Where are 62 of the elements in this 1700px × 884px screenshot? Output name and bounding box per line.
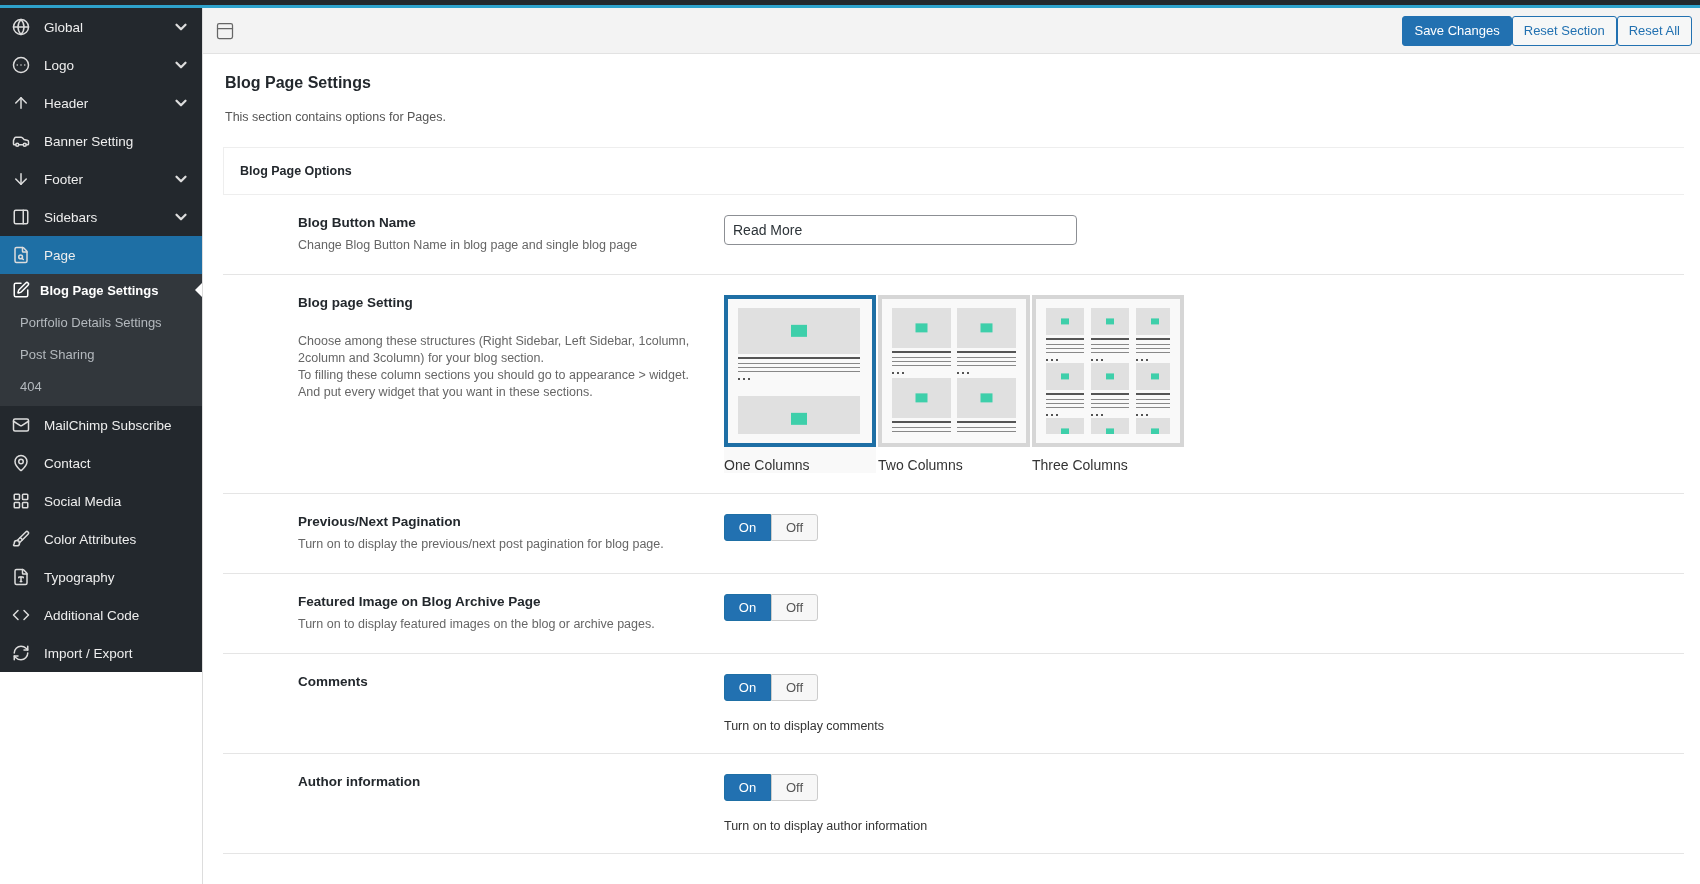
toolbar-button[interactable]: Reset Section xyxy=(1511,15,1617,46)
setting-description: Turn on to display author information xyxy=(724,819,928,833)
panel-icon[interactable] xyxy=(215,20,235,41)
brush-icon xyxy=(12,530,30,548)
setting-description: Change Blog Button Name in blog page and single blog page xyxy=(298,237,639,254)
setting-title: Blog Button Name xyxy=(298,215,417,230)
sidebar-item[interactable]: Header xyxy=(0,84,202,122)
setting-description: Turn on to display comments xyxy=(724,719,885,733)
layout-option[interactable] xyxy=(724,295,876,447)
layout-label: One Columns xyxy=(724,457,811,473)
sidebar-subitem[interactable]: 404 xyxy=(0,370,202,402)
setting-title: Comments xyxy=(298,674,369,689)
toolbar-button[interactable]: Reset All xyxy=(1616,15,1692,46)
grid-icon xyxy=(12,492,30,510)
mail-icon xyxy=(12,416,30,434)
sidebar-item[interactable]: Global xyxy=(0,8,202,46)
setting-title: Featured Image on Blog Archive Page xyxy=(298,594,542,609)
group-heading: Blog Page Options xyxy=(223,148,1684,195)
badge-icon xyxy=(12,56,30,74)
setting-description: Choose among these structures (Right Sidebar, Left Sidebar, 1column, 2column and 3column) for your blog section. To filling these column sections you should go to appearance > widget. And put every widget that you want in these sections. xyxy=(298,333,691,401)
sidebar-item[interactable]: Banner Setting xyxy=(0,122,202,160)
sidebar-item[interactable]: Sidebars xyxy=(0,198,202,236)
on-button[interactable]: On xyxy=(724,774,771,801)
sidebar-item[interactable]: Color Attributes xyxy=(0,520,202,558)
sidebar-item[interactable]: MailChimp Subscribe xyxy=(0,406,202,444)
sidebar-item[interactable]: Additional Code xyxy=(0,596,202,634)
sidebar-subitem[interactable]: Blog Page Settings xyxy=(0,274,202,306)
sidebar-item[interactable]: Import / Export xyxy=(0,634,202,672)
off-button[interactable]: Off xyxy=(771,594,818,621)
setting-title: Blog page Setting xyxy=(298,295,414,310)
sidebar-item[interactable]: Social Media xyxy=(0,482,202,520)
layout-label: Three Columns xyxy=(1032,457,1129,473)
edit-icon xyxy=(12,281,30,299)
setting-description: Turn on to display the previous/next post pagination for blog page. xyxy=(298,536,665,553)
on-button[interactable]: On xyxy=(724,514,771,541)
setting-description: Turn on to display featured images on the blog or archive pages. xyxy=(298,616,656,633)
globe-icon xyxy=(12,18,30,36)
off-button[interactable]: Off xyxy=(771,674,818,701)
off-button[interactable]: Off xyxy=(771,774,818,801)
map-pin-icon xyxy=(12,454,30,472)
file-search-icon xyxy=(12,246,30,264)
on-button[interactable]: On xyxy=(724,594,771,621)
sidebar-subitem[interactable]: Portfolio Details Settings xyxy=(0,306,202,338)
refresh-icon xyxy=(12,644,30,662)
sidebar-item[interactable]: Footer xyxy=(0,160,202,198)
section-title: Blog Page Settings xyxy=(225,74,372,92)
sidebar-item[interactable]: Typography xyxy=(0,558,202,596)
layout-icon xyxy=(12,208,30,226)
off-button[interactable]: Off xyxy=(771,514,818,541)
on-button[interactable]: On xyxy=(724,674,771,701)
arrow-down-icon xyxy=(12,170,30,188)
layout-label: Two Columns xyxy=(878,457,964,473)
section-description: This section contains options for Pages. xyxy=(225,110,447,124)
sidebar-item[interactable]: Contact xyxy=(0,444,202,482)
toolbar-button[interactable]: Save Changes xyxy=(1402,15,1512,46)
sidebar-subitem[interactable]: Post Sharing xyxy=(0,338,202,370)
sidebar-item[interactable]: Logo xyxy=(0,46,202,84)
setting-title: Previous/Next Pagination xyxy=(298,514,462,529)
text-field[interactable]: Read More xyxy=(724,215,1077,245)
file-type-icon xyxy=(12,568,30,586)
setting-title: Author information xyxy=(298,774,422,789)
sidebar-item[interactable]: Page xyxy=(0,236,202,274)
